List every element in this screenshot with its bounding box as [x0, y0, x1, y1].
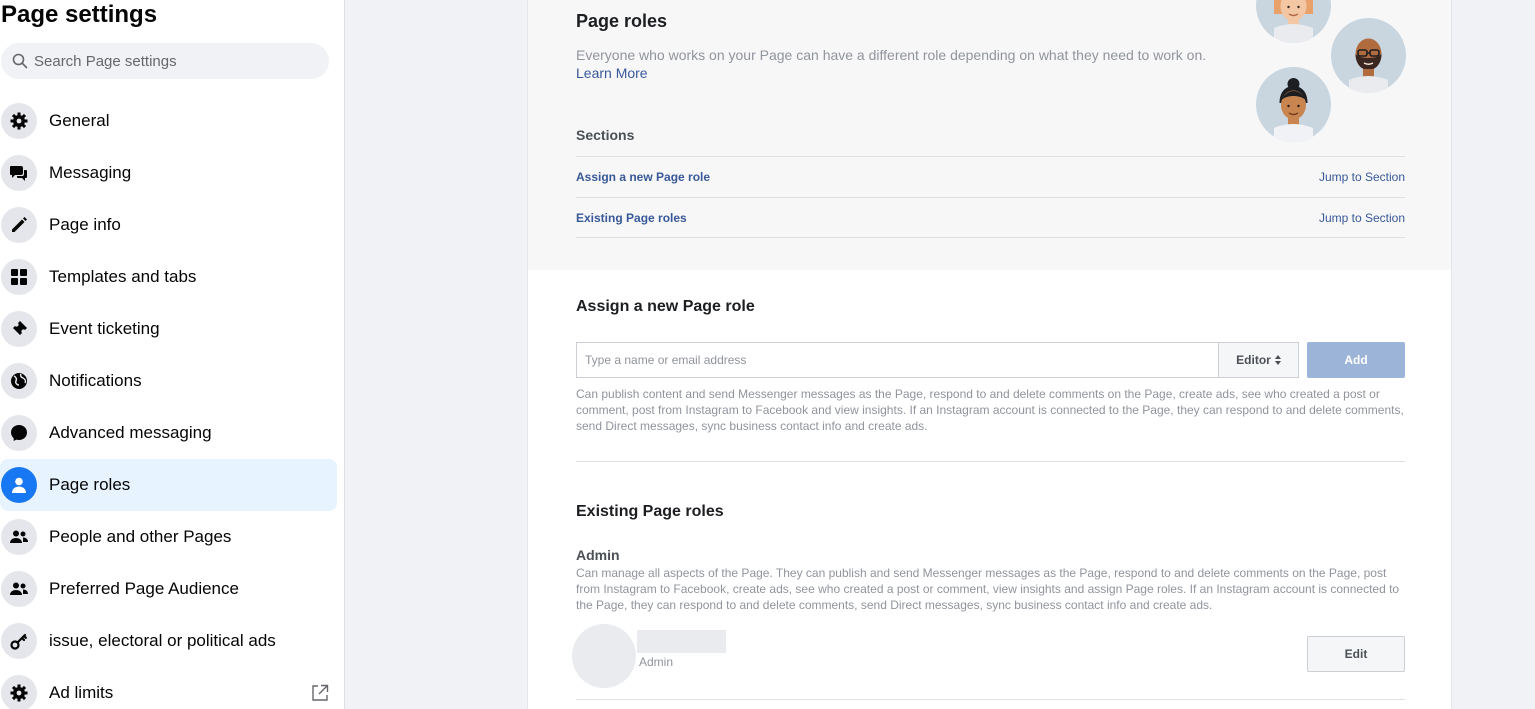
sidebar-item-messaging[interactable]: Messaging [0, 147, 337, 199]
assign-role-heading: Assign a new Page role [576, 298, 755, 315]
sidebar-item-label: Templates and tabs [49, 267, 197, 286]
add-role-button[interactable]: Add [1307, 342, 1405, 378]
page-roles-description: Everyone who works on your Page can have… [576, 47, 1207, 81]
external-link-icon[interactable] [311, 684, 329, 702]
learn-more-link[interactable]: Learn More [576, 65, 648, 81]
chat-bubbles-icon [1, 155, 37, 191]
grid-icon [1, 259, 37, 295]
sidebar-item-label: Advanced messaging [49, 423, 212, 442]
name-or-email-input[interactable] [576, 342, 1218, 378]
user-name-placeholder[interactable] [637, 630, 726, 653]
assign-role-form: Editor Add [576, 342, 1405, 378]
person-icon [1, 467, 37, 503]
sort-arrows-icon [1274, 355, 1281, 365]
illustration-person-blonde [1256, 0, 1331, 43]
sidebar-item-preferred-page-audience[interactable]: Preferred Page Audience [0, 563, 337, 615]
section-row-assign: Assign a new Page role Jump to Section [576, 156, 1405, 197]
search-box[interactable] [1, 43, 329, 79]
sidebar-title: Page settings [1, 1, 158, 28]
sidebar-item-political-ads[interactable]: issue, electoral or political ads [0, 615, 337, 667]
sidebar-item-page-info[interactable]: Page info [0, 199, 337, 251]
admin-role-description: Can manage all aspects of the Page. They… [576, 566, 1400, 612]
pencil-icon [1, 207, 37, 243]
key-icon [1, 623, 37, 659]
sidebar-item-general[interactable]: General [0, 95, 337, 147]
user-role-label: Admin [639, 655, 674, 669]
sidebar-item-notifications[interactable]: Notifications [0, 355, 337, 407]
sidebar-item-label: Ad limits [49, 683, 114, 702]
illustration-person-beard [1331, 18, 1406, 93]
gear-icon [1, 103, 37, 139]
editor-role-description: Can publish content and send Messenger m… [576, 387, 1404, 433]
role-select-value: Editor [1236, 353, 1271, 367]
search-input[interactable] [34, 52, 314, 70]
jump-to-section-link[interactable]: Jump to Section [1319, 170, 1405, 184]
people-icon [1, 571, 37, 607]
sidebar-item-label: Event ticketing [49, 319, 160, 338]
sidebar-item-advanced-messaging[interactable]: Advanced messaging [0, 407, 337, 459]
section-row-existing: Existing Page roles Jump to Section [576, 197, 1405, 238]
sidebar-item-event-ticketing[interactable]: Event ticketing [0, 303, 337, 355]
page-roles-panel: Page roles Everyone who works on your Pa… [527, 0, 1452, 709]
sidebar-item-label: Page info [49, 215, 121, 234]
gear-icon [1, 675, 37, 709]
row-divider [576, 699, 1405, 700]
sidebar-item-page-roles[interactable]: Page roles [0, 459, 337, 511]
settings-sidebar: Page settings General Messaging Page inf… [0, 0, 345, 709]
sidebar-item-templates-and-tabs[interactable]: Templates and tabs [0, 251, 337, 303]
settings-nav: General Messaging Page info Templates an… [0, 95, 344, 709]
ticket-icon [1, 311, 37, 347]
jump-to-section-link[interactable]: Jump to Section [1319, 211, 1405, 225]
admin-role-title: Admin [576, 547, 620, 563]
sidebar-item-label: Page roles [49, 475, 131, 494]
page-title: Page roles [576, 11, 668, 31]
avatar[interactable] [572, 624, 636, 688]
role-select[interactable]: Editor [1218, 342, 1299, 378]
sidebar-item-people-and-other-pages[interactable]: People and other Pages [0, 511, 337, 563]
search-icon [12, 53, 28, 69]
sidebar-item-label: issue, electoral or political ads [49, 631, 276, 650]
section-link-existing[interactable]: Existing Page roles [576, 211, 687, 225]
sections-heading: Sections [576, 127, 635, 143]
sidebar-item-ad-limits[interactable]: Ad limits [0, 667, 337, 709]
section-divider [576, 461, 1405, 462]
existing-roles-heading: Existing Page roles [576, 503, 724, 520]
sidebar-item-label: People and other Pages [49, 527, 232, 546]
edit-role-button[interactable]: Edit [1307, 636, 1405, 672]
sidebar-item-label: General [49, 111, 110, 130]
section-link-assign[interactable]: Assign a new Page role [576, 170, 710, 184]
sidebar-item-label: Preferred Page Audience [49, 579, 239, 598]
illustration-person-bun [1256, 67, 1331, 142]
people-icon [1, 519, 37, 555]
sidebar-item-label: Messaging [49, 163, 132, 182]
page-roles-header: Page roles Everyone who works on your Pa… [528, 0, 1451, 270]
messenger-icon [1, 415, 37, 451]
globe-icon [1, 363, 37, 399]
sidebar-item-label: Notifications [49, 371, 142, 390]
